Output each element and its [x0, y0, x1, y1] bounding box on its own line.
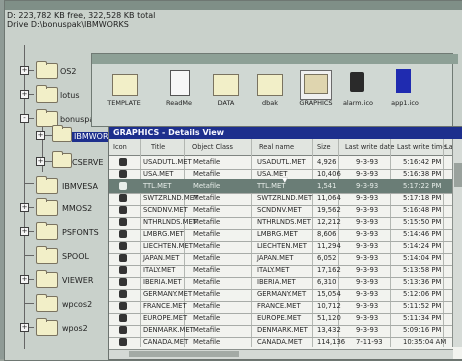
- metafile-icon: [119, 194, 127, 202]
- app-icon[interactable]: [396, 69, 411, 93]
- tree-branch: [24, 255, 34, 256]
- folder-icon: [36, 270, 58, 288]
- drive-status-line1: D: 223,782 KB free, 322,528 KB total: [7, 11, 156, 20]
- metafile-icon: [119, 314, 127, 322]
- column-header-real-name[interactable]: Real name: [259, 142, 294, 152]
- column-header-last-write-date[interactable]: Last write date: [345, 142, 394, 152]
- tree-item-spool[interactable]: SPOOL: [62, 252, 89, 262]
- folder-icon: [36, 294, 58, 312]
- metafile-icon: [119, 218, 127, 226]
- tree-item-mmos2[interactable]: MMOS2: [62, 204, 92, 214]
- horizontal-scrollbar[interactable]: [109, 349, 453, 359]
- folder-icon: [36, 198, 58, 216]
- icon-label-app1[interactable]: app1.ico: [385, 99, 425, 107]
- icon-label-graphics[interactable]: GRAPHICS: [294, 99, 338, 107]
- cell-size: 114,136: [317, 338, 346, 346]
- document-icon[interactable]: [170, 70, 190, 96]
- expand-toggle[interactable]: +: [20, 275, 29, 284]
- folder-icon[interactable]: [304, 74, 328, 94]
- details-table-body: USADUTL.MET Metafile USADUTL.MET 4,926 9…: [109, 155, 453, 350]
- horizontal-scroll-thumb[interactable]: [129, 351, 239, 357]
- details-header-row: Icon Title Object Class Real name Size L…: [109, 139, 462, 156]
- metafile-icon: [119, 182, 127, 190]
- expand-toggle[interactable]: +: [20, 323, 29, 332]
- metafile-icon: [119, 338, 127, 346]
- expand-toggle[interactable]: +: [36, 157, 45, 166]
- details-view-window: GRAPHICS - Details View Icon Title Objec…: [108, 126, 462, 360]
- metafile-icon: [119, 230, 127, 238]
- column-header-title[interactable]: Title: [151, 142, 165, 152]
- folder-icon: [36, 85, 58, 103]
- column-header-object-class[interactable]: Object Class: [192, 142, 233, 152]
- tree-item-ibmvesa[interactable]: IBMVESA: [62, 182, 98, 192]
- drive-status-line2: Drive D:\bonuspak\IBMWORKS: [7, 20, 129, 29]
- folder-icon: [36, 176, 58, 194]
- folder-icon: [52, 125, 72, 142]
- cell-real-name: CANADA.MET: [257, 338, 303, 346]
- tree-item-os2[interactable]: OS2: [60, 67, 76, 77]
- tree-window-titlebar[interactable]: [5, 1, 462, 10]
- expand-toggle[interactable]: -: [20, 114, 29, 123]
- details-window-title[interactable]: GRAPHICS - Details View: [109, 127, 462, 139]
- expand-toggle[interactable]: +: [20, 66, 29, 75]
- alarm-icon[interactable]: [350, 72, 364, 92]
- vertical-scroll-thumb[interactable]: [454, 163, 462, 187]
- tree-branch: [24, 303, 34, 304]
- icon-label-data[interactable]: DATA: [206, 99, 246, 107]
- expand-toggle[interactable]: +: [20, 203, 29, 212]
- table-row[interactable]: CANADA.MET Metafile CANADA.MET 114,136 7…: [109, 335, 453, 350]
- column-header-icon[interactable]: Icon: [113, 142, 127, 152]
- icon-label-alarm[interactable]: alarm.ico: [340, 99, 376, 107]
- folder-icon[interactable]: [112, 74, 138, 96]
- vertical-scrollbar[interactable]: [452, 139, 462, 347]
- column-header-size[interactable]: Size: [317, 142, 331, 152]
- cell-object-class: Metafile: [193, 338, 221, 346]
- metafile-icon: [119, 254, 127, 262]
- folder-icon: [36, 222, 58, 240]
- metafile-icon: [119, 278, 127, 286]
- icon-label-template[interactable]: TEMPLATE: [104, 99, 144, 107]
- metafile-icon: [119, 326, 127, 334]
- tree-item-lotus[interactable]: lotus: [60, 91, 80, 101]
- metafile-icon: [119, 206, 127, 214]
- icon-window-titlebar[interactable]: [92, 54, 458, 64]
- metafile-icon: [119, 158, 127, 166]
- tree-item-psfonts[interactable]: PSFONTS: [62, 228, 99, 238]
- metafile-icon: [119, 242, 127, 250]
- tree-item-viewer[interactable]: VIEWER: [62, 276, 93, 286]
- icon-label-dbak[interactable]: dbak: [250, 99, 290, 107]
- cell-time: 10:35:04 AM: [403, 338, 447, 346]
- folder-icon: [36, 318, 58, 336]
- tree-branch: [24, 183, 34, 184]
- cell-title: CANADA.MET: [143, 338, 189, 346]
- folder-icon: [36, 61, 58, 79]
- expand-toggle[interactable]: +: [36, 131, 45, 140]
- icon-label-readme[interactable]: ReadMe: [159, 99, 199, 107]
- metafile-icon: [119, 170, 127, 178]
- folder-icon[interactable]: [213, 74, 239, 96]
- expand-toggle[interactable]: +: [20, 227, 29, 236]
- icon-view-window: TEMPLATE ReadMe DATA dbak GRAPHICS alarm…: [91, 53, 458, 127]
- metafile-icon: [119, 290, 127, 298]
- folder-icon: [52, 151, 72, 168]
- tree-item-wpcos2[interactable]: wpcos2: [62, 300, 92, 310]
- expand-toggle[interactable]: +: [20, 90, 29, 99]
- tree-item-cserve[interactable]: CSERVE: [72, 158, 103, 168]
- metafile-icon: [119, 266, 127, 274]
- folder-icon: [36, 246, 58, 264]
- metafile-icon: [119, 302, 127, 310]
- column-header-last-write-time[interactable]: Last write time: [397, 142, 446, 152]
- tree-item-wpos2[interactable]: wpos2: [62, 324, 88, 334]
- folder-icon[interactable]: [257, 74, 283, 96]
- cell-date: 7-11-93: [356, 338, 383, 346]
